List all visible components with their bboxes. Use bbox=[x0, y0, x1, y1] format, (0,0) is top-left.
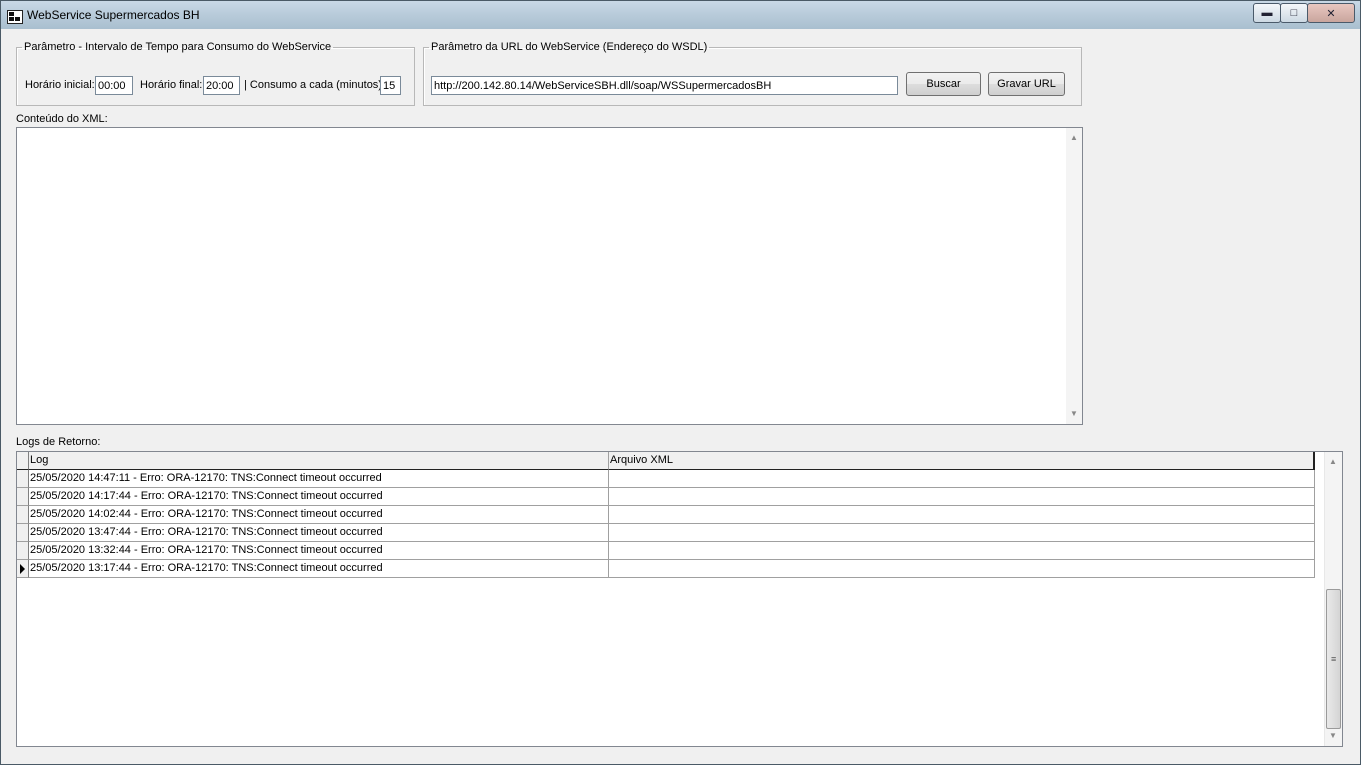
app-window: WebService Supermercados BH ▬ □ ✕ Parâme… bbox=[0, 0, 1361, 765]
row-indicator[interactable] bbox=[17, 560, 29, 578]
title-bar[interactable]: WebService Supermercados BH ▬ □ ✕ bbox=[1, 1, 1360, 29]
xml-content-textarea[interactable]: ▲ ▼ bbox=[16, 127, 1083, 425]
column-header-xml-file[interactable]: Arquivo XML bbox=[609, 452, 1315, 470]
log-cell[interactable]: 25/05/2020 14:02:44 - Erro: ORA-12170: T… bbox=[29, 506, 609, 524]
url-legend: Parâmetro da URL do WebService (Endereço… bbox=[431, 41, 708, 53]
end-time-input[interactable] bbox=[203, 76, 240, 95]
grip-icon: ≡ bbox=[1331, 654, 1337, 664]
scroll-thumb[interactable]: ≡ bbox=[1326, 589, 1341, 729]
logs-grid[interactable]: Log Arquivo XML 25/05/2020 14:47:11 - Er… bbox=[16, 451, 1343, 747]
scroll-down-icon[interactable]: ▼ bbox=[1066, 406, 1082, 422]
search-button[interactable]: Buscar bbox=[906, 72, 981, 96]
xml-file-cell[interactable] bbox=[609, 524, 1315, 542]
interval-label: | Consumo a cada (minutos): bbox=[244, 79, 386, 91]
close-icon: ✕ bbox=[1326, 7, 1336, 20]
log-cell[interactable]: 25/05/2020 13:47:44 - Erro: ORA-12170: T… bbox=[29, 524, 609, 542]
xml-content-label: Conteúdo do XML: bbox=[16, 113, 108, 125]
column-header-log[interactable]: Log bbox=[29, 452, 609, 470]
minimize-icon: ▬ bbox=[1261, 7, 1273, 19]
url-group: Parâmetro da URL do WebService (Endereço… bbox=[423, 41, 1082, 106]
start-time-input[interactable] bbox=[95, 76, 133, 95]
xml-file-cell[interactable] bbox=[609, 560, 1315, 578]
table-row[interactable]: 25/05/2020 13:32:44 - Erro: ORA-12170: T… bbox=[17, 542, 1317, 560]
xml-file-cell[interactable] bbox=[609, 542, 1315, 560]
logs-grid-body: Log Arquivo XML 25/05/2020 14:47:11 - Er… bbox=[17, 452, 1317, 578]
table-row[interactable]: 25/05/2020 14:47:11 - Erro: ORA-12170: T… bbox=[17, 470, 1317, 488]
time-interval-legend: Parâmetro - Intervalo de Tempo para Cons… bbox=[24, 41, 332, 53]
grid-corner bbox=[17, 452, 29, 470]
scroll-up-icon[interactable]: ▲ bbox=[1325, 454, 1341, 470]
xml-file-cell[interactable] bbox=[609, 506, 1315, 524]
start-time-label: Horário inicial: bbox=[25, 79, 95, 91]
save-url-button[interactable]: Gravar URL bbox=[988, 72, 1065, 96]
end-time-label: Horário final: bbox=[140, 79, 203, 91]
interval-minutes-input[interactable] bbox=[380, 76, 401, 95]
wsdl-url-input[interactable] bbox=[431, 76, 898, 95]
xml-scrollbar[interactable]: ▲ ▼ bbox=[1066, 128, 1082, 424]
table-row[interactable]: 25/05/2020 14:17:44 - Erro: ORA-12170: T… bbox=[17, 488, 1317, 506]
current-row-pointer-icon bbox=[20, 564, 25, 574]
time-interval-group: Parâmetro - Intervalo de Tempo para Cons… bbox=[16, 41, 415, 106]
table-row[interactable]: 25/05/2020 13:17:44 - Erro: ORA-12170: T… bbox=[17, 560, 1317, 578]
row-indicator[interactable] bbox=[17, 470, 29, 488]
client-area: Parâmetro - Intervalo de Tempo para Cons… bbox=[8, 31, 1355, 758]
row-indicator[interactable] bbox=[17, 488, 29, 506]
app-icon bbox=[7, 10, 23, 24]
xml-file-cell[interactable] bbox=[609, 470, 1315, 488]
maximize-button[interactable]: □ bbox=[1280, 3, 1308, 23]
log-cell[interactable]: 25/05/2020 14:17:44 - Erro: ORA-12170: T… bbox=[29, 488, 609, 506]
grid-header-row: Log Arquivo XML bbox=[17, 452, 1317, 470]
scroll-down-icon[interactable]: ▼ bbox=[1325, 728, 1341, 744]
maximize-icon: □ bbox=[1290, 7, 1298, 19]
window-title: WebService Supermercados BH bbox=[27, 8, 200, 22]
log-cell[interactable]: 25/05/2020 14:47:11 - Erro: ORA-12170: T… bbox=[29, 470, 609, 488]
scroll-up-icon[interactable]: ▲ bbox=[1066, 130, 1082, 146]
xml-file-cell[interactable] bbox=[609, 488, 1315, 506]
log-cell[interactable]: 25/05/2020 13:32:44 - Erro: ORA-12170: T… bbox=[29, 542, 609, 560]
minimize-button[interactable]: ▬ bbox=[1253, 3, 1281, 23]
row-indicator[interactable] bbox=[17, 542, 29, 560]
row-indicator[interactable] bbox=[17, 506, 29, 524]
row-indicator[interactable] bbox=[17, 524, 29, 542]
close-button[interactable]: ✕ bbox=[1307, 3, 1355, 23]
table-row[interactable]: 25/05/2020 13:47:44 - Erro: ORA-12170: T… bbox=[17, 524, 1317, 542]
logs-scrollbar[interactable]: ▲ ≡ ▼ bbox=[1324, 452, 1342, 746]
logs-label: Logs de Retorno: bbox=[16, 436, 101, 448]
table-row[interactable]: 25/05/2020 14:02:44 - Erro: ORA-12170: T… bbox=[17, 506, 1317, 524]
log-cell[interactable]: 25/05/2020 13:17:44 - Erro: ORA-12170: T… bbox=[29, 560, 609, 578]
